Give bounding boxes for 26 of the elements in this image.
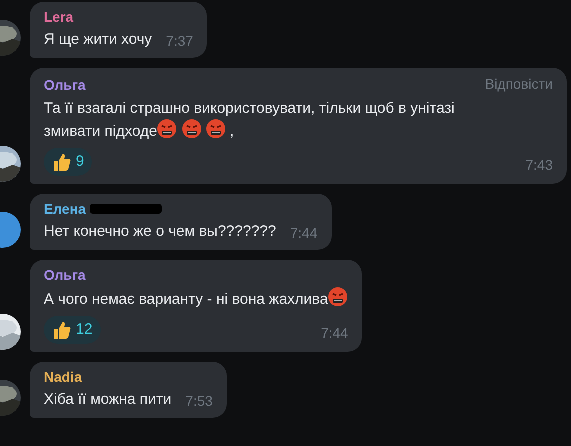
message-time: 7:44 [290,225,318,241]
reaction-pill[interactable]: 9 [44,148,92,176]
author-name[interactable]: Nadia [44,368,82,386]
angry-face-icon [328,287,348,307]
reply-link[interactable]: Відповісти [485,74,553,95]
message-text: Я ще жити хочу [44,30,152,50]
thumbs-up-icon [52,152,72,172]
angry-face-icon [182,119,202,139]
message-time: 7:43 [526,156,553,175]
reaction-pill[interactable]: 12 [44,316,101,344]
message-text: Нет конечно же о чем вы??????? [44,222,276,242]
angry-face-icon [206,119,226,139]
author-name[interactable]: Lera [44,8,74,26]
author-name[interactable]: Елена [44,200,86,218]
thumbs-up-icon [52,320,72,340]
author-name[interactable]: Ольга [44,76,86,94]
message-text: Та її взагалі страшно використовувати, тільки щоб в унітазі [44,99,455,119]
message-text: змивати підходе [44,122,158,142]
message-time: 7:44 [321,324,348,343]
message-time: 7:53 [186,393,213,409]
message-text: А чого немає варианту - ні вона жахлива [44,290,328,310]
message-text: , [230,122,234,142]
message-time: 7:37 [166,33,194,49]
author-name[interactable]: Ольга [44,266,86,284]
angry-face-icon [157,119,178,139]
message-text: Хіба її можна пити [44,390,172,410]
